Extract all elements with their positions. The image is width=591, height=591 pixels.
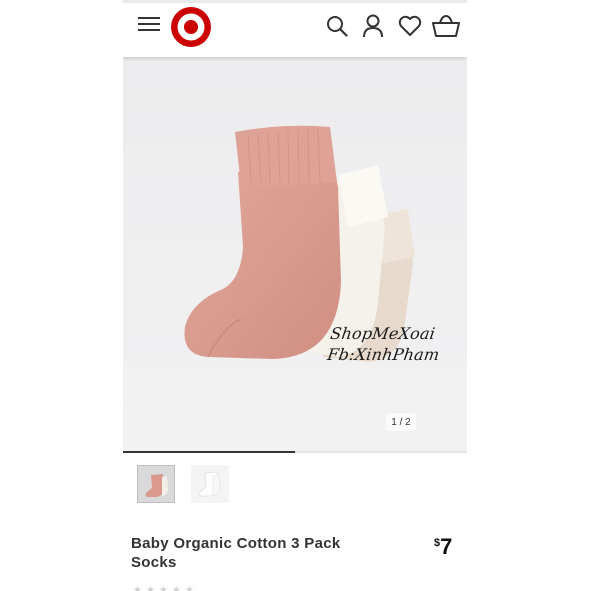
socks-product-image [123,57,467,452]
product-image-carousel[interactable]: ShopMeXoai Fb:XinhPham 1 / 2 [123,57,467,452]
search-icon[interactable] [325,14,349,38]
image-pager-indicator: 1 / 2 [386,413,416,431]
watermark-line-2: Fb:XinhPham [326,345,441,364]
cart-icon[interactable] [431,13,461,39]
carousel-progress-fill [123,451,295,453]
rating-stars[interactable]: ★★★★★ [133,585,198,591]
bullseye-logo-icon [171,7,211,47]
pink-socks-thumbnail[interactable] [137,465,175,503]
carousel-progress-track [123,451,467,453]
shop-watermark: ShopMeXoai Fb:XinhPham [326,323,444,365]
product-title: Baby Organic Cotton 3 Pack Socks [131,535,341,571]
top-nav-bar [123,0,467,57]
heart-icon[interactable] [397,14,423,38]
price-amount: 7 [440,534,453,559]
watermark-line-1: ShopMeXoai [329,324,437,343]
white-socks-thumbnail[interactable] [191,465,229,503]
price-currency: $ [434,537,441,549]
account-icon[interactable] [361,13,385,39]
status-strip [123,0,467,3]
hamburger-menu-icon[interactable] [137,14,161,34]
product-price: $7 [434,536,452,559]
product-page: ShopMeXoai Fb:XinhPham 1 / 2 Baby Organi… [123,0,467,591]
target-logo[interactable] [170,6,212,48]
